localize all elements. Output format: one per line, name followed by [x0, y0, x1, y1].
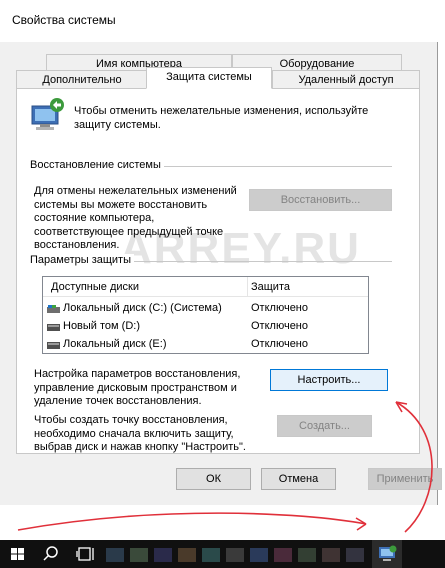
taskbar [0, 540, 445, 568]
apply-button[interactable]: Применить [368, 468, 442, 490]
tab-advanced[interactable]: Дополнительно [16, 70, 148, 90]
drive-name: Локальный диск (E:) [63, 338, 167, 350]
configure-button[interactable]: Настроить... [270, 369, 388, 391]
system-properties-window: Свойства системы Имя компьютера Оборудов… [0, 0, 442, 505]
drive-name: Новый том (D:) [63, 320, 140, 332]
blurred-app-icon[interactable] [322, 548, 340, 562]
drives-list[interactable]: Доступные диски Защита Локальный диск (C… [42, 276, 369, 354]
intro-text: Чтобы отменить нежелательные изменения, … [74, 105, 369, 131]
cancel-button[interactable]: Отмена [261, 468, 336, 490]
drive-icon [47, 342, 60, 349]
blurred-app-icon[interactable] [178, 548, 196, 562]
table-row[interactable]: Локальный диск (E:) Отключено [43, 336, 368, 354]
drives-header: Доступные диски Защита [43, 277, 368, 297]
column-separator [247, 277, 248, 297]
drive-status: Отключено [251, 302, 308, 314]
column-protection[interactable]: Защита [251, 281, 290, 293]
restore-button[interactable]: Восстановить... [249, 189, 392, 211]
drive-icon [47, 324, 60, 331]
blurred-app-icon[interactable] [130, 548, 148, 562]
system-drive-icon [47, 305, 60, 313]
tab-remote-access[interactable]: Удаленный доступ [272, 70, 420, 90]
drive-status: Отключено [251, 338, 308, 350]
restore-description: Для отмены нежелательных изменений систе… [34, 185, 237, 251]
configure-description: Настройка параметров восстановления, упр… [34, 368, 241, 407]
system-properties-taskbar-icon [379, 545, 397, 561]
ok-button[interactable]: ОК [176, 468, 251, 490]
search-icon[interactable] [40, 540, 62, 568]
title-bar[interactable]: Свойства системы [0, 0, 438, 42]
blurred-app-icon[interactable] [226, 548, 244, 562]
blurred-app-icon[interactable] [106, 548, 124, 562]
restore-section-label: Восстановление системы [30, 159, 164, 171]
protection-section-label: Параметры защиты [30, 254, 134, 266]
blurred-app-icon[interactable] [154, 548, 172, 562]
window-title: Свойства системы [12, 13, 116, 27]
create-button[interactable]: Создать... [277, 415, 372, 437]
blurred-app-icon[interactable] [250, 548, 268, 562]
windows-start-icon[interactable] [8, 540, 28, 568]
blurred-app-icon[interactable] [298, 548, 316, 562]
table-row[interactable]: Локальный диск (C:) (Система) Отключено [43, 300, 368, 318]
drive-status: Отключено [251, 320, 308, 332]
active-app-slot[interactable] [372, 540, 402, 568]
blurred-app-icon[interactable] [346, 548, 364, 562]
system-protection-icon [28, 96, 66, 132]
tab-system-protection[interactable]: Защита системы [146, 67, 272, 89]
task-view-icon[interactable] [74, 540, 98, 568]
blurred-app-icon[interactable] [274, 548, 292, 562]
drive-name: Локальный диск (C:) (Система) [63, 302, 222, 314]
blurred-app-icon[interactable] [202, 548, 220, 562]
table-row[interactable]: Новый том (D:) Отключено [43, 318, 368, 336]
column-drives[interactable]: Доступные диски [51, 281, 139, 293]
create-description: Чтобы создать точку восстановления, необ… [34, 414, 246, 453]
